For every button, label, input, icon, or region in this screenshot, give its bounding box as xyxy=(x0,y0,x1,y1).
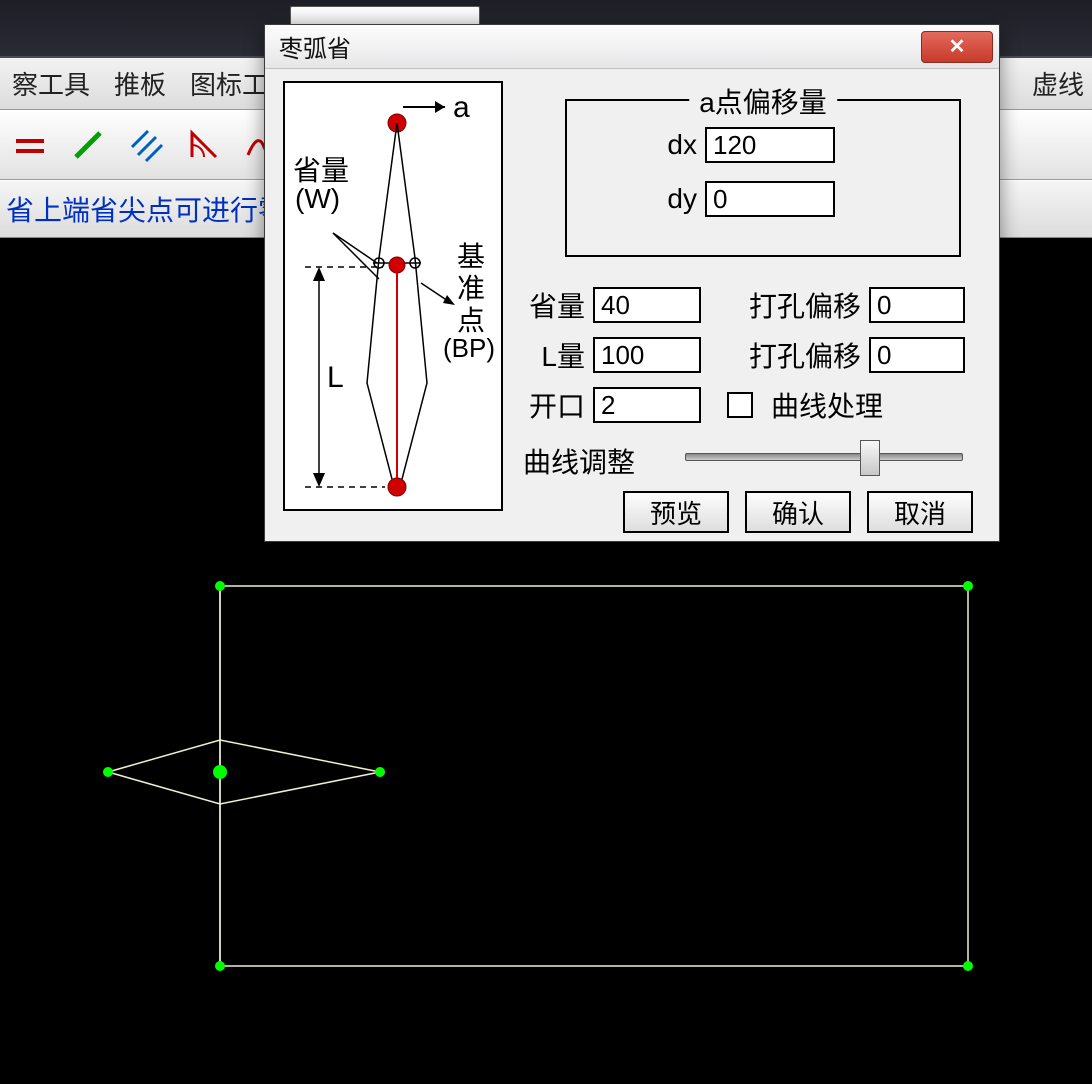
dialog-titlebar: 枣弧省 ✕ xyxy=(265,25,999,69)
dakong1-label: 打孔偏移 xyxy=(743,285,861,325)
dx-input[interactable] xyxy=(705,127,835,163)
curve-slider[interactable] xyxy=(685,453,963,461)
diagram-bp-label4: (BP) xyxy=(443,333,495,364)
offset-group-title: a点偏移量 xyxy=(689,81,837,121)
diagram-l-label: L xyxy=(327,361,344,395)
vertex-dot xyxy=(963,961,973,971)
curve-checkbox-label: 曲线处理 xyxy=(771,385,883,425)
curve-checkbox[interactable] xyxy=(727,392,753,418)
lliang-label: L量 xyxy=(527,335,585,375)
vertex-dot xyxy=(963,581,973,591)
dialog-title: 枣弧省 xyxy=(279,29,351,64)
shengliang-input[interactable] xyxy=(593,287,701,323)
close-button[interactable]: ✕ xyxy=(921,31,993,63)
hatch-icon[interactable] xyxy=(126,125,166,165)
equals-icon[interactable] xyxy=(10,125,50,165)
dart-dialog: 枣弧省 ✕ xyxy=(264,24,1000,542)
slider-thumb-icon[interactable] xyxy=(860,440,880,476)
dart-diagram: a 省量 (W) 基 准 点 (BP) L xyxy=(283,81,503,511)
vertex-dot xyxy=(215,961,225,971)
kaikou-input[interactable] xyxy=(593,387,701,423)
dy-label: dy xyxy=(637,183,697,215)
dx-label: dx xyxy=(637,129,697,161)
vertex-dot xyxy=(213,765,227,779)
curve-adj-label: 曲线调整 xyxy=(523,441,635,481)
dy-input[interactable] xyxy=(705,181,835,217)
offset-groupbox: a点偏移量 dx dy xyxy=(565,99,961,257)
angle-icon[interactable] xyxy=(184,125,224,165)
preview-button[interactable]: 预览 xyxy=(623,491,729,533)
menu-item-tools[interactable]: 察工具 xyxy=(0,59,102,108)
shengliang-label: 省量 xyxy=(523,285,585,325)
vertex-dot xyxy=(103,767,113,777)
ok-button[interactable]: 确认 xyxy=(745,491,851,533)
menu-item-board[interactable]: 推板 xyxy=(102,59,178,108)
vertex-dot xyxy=(375,767,385,777)
lliang-input[interactable] xyxy=(593,337,701,373)
close-icon: ✕ xyxy=(949,34,966,59)
dakong1-input[interactable] xyxy=(869,287,965,323)
cancel-button[interactable]: 取消 xyxy=(867,491,973,533)
dakong2-label: 打孔偏移 xyxy=(743,335,861,375)
vertex-dot xyxy=(215,581,225,591)
dakong2-input[interactable] xyxy=(869,337,965,373)
kaikou-label: 开口 xyxy=(523,385,585,425)
menu-item-dashed[interactable]: 虚线 xyxy=(1020,59,1092,108)
diagram-w-label2: (W) xyxy=(295,183,340,215)
pencil-green-icon[interactable] xyxy=(68,125,108,165)
status-text: 省上端省尖点可进行零 xyxy=(6,189,286,229)
diagram-a-label: a xyxy=(453,91,470,125)
